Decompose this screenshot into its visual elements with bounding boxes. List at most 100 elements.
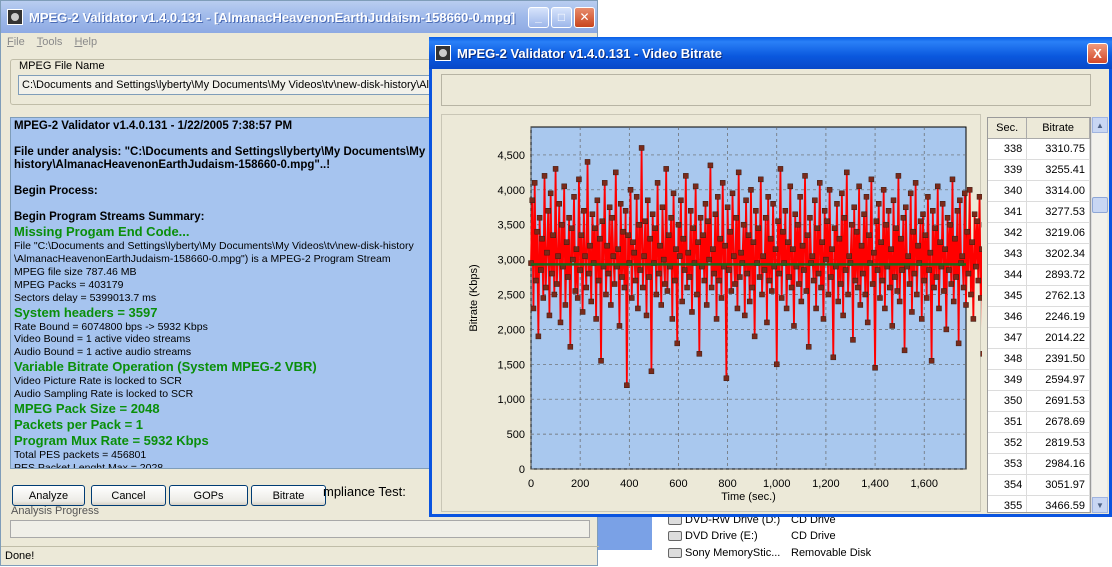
table-row[interactable]: 3462246.19	[988, 307, 1090, 328]
bitrate-point	[666, 233, 671, 238]
bitrate-point	[680, 299, 685, 304]
table-row[interactable]: 3423219.06	[988, 223, 1090, 244]
main-titlebar[interactable]: MPEG-2 Validator v1.4.0.131 - [AlmanacHe…	[1, 1, 597, 33]
status-bar: Done!	[1, 546, 599, 567]
bitrate-point	[769, 289, 774, 294]
bitrate-point	[659, 302, 664, 307]
cell-sec: 340	[988, 181, 1027, 201]
table-row[interactable]: 3482391.50	[988, 349, 1090, 370]
table-row[interactable]: 3403314.00	[988, 181, 1090, 202]
bitrate-point	[752, 334, 757, 339]
bitrate-point	[902, 348, 907, 353]
bitrate-point	[847, 254, 852, 259]
cancel-button[interactable]: Cancel	[91, 485, 166, 506]
menu-help[interactable]: Help	[74, 36, 97, 48]
bitrate-point	[820, 240, 825, 245]
bitrate-point	[586, 271, 591, 276]
minimize-button[interactable]: _	[528, 7, 549, 28]
bitrate-point	[756, 226, 761, 231]
bitrate-point	[707, 257, 712, 262]
bitrate-point	[548, 191, 553, 196]
bitrate-point	[580, 309, 585, 314]
close-button[interactable]: ✕	[574, 7, 595, 28]
table-row[interactable]: 3502691.53	[988, 391, 1090, 412]
bitrate-point	[870, 282, 875, 287]
cell-sec: 342	[988, 223, 1027, 243]
bitrate-point	[965, 229, 970, 234]
bitrate-titlebar[interactable]: MPEG-2 Validator v1.4.0.131 - Video Bitr…	[429, 37, 1112, 69]
maximize-button[interactable]: □	[551, 7, 572, 28]
bitrate-point	[671, 191, 676, 196]
bitrate-point	[748, 187, 753, 192]
bitrate-point	[855, 285, 860, 290]
table-row[interactable]: 3532984.16	[988, 454, 1090, 475]
cell-bitrate: 2391.50	[1027, 349, 1090, 369]
y-tick-label: 3,500	[497, 220, 525, 232]
table-row[interactable]: 3543051.97	[988, 475, 1090, 496]
table-row[interactable]: 3383310.75	[988, 139, 1090, 160]
bitrate-point	[906, 254, 911, 259]
analyze-button[interactable]: Analyze	[12, 485, 85, 506]
bitrate-point	[952, 236, 957, 241]
bitrate-point	[701, 233, 706, 238]
bitrate-point	[677, 254, 682, 259]
bitrate-point	[977, 194, 982, 199]
bitrate-point	[686, 250, 691, 255]
bitrate-point	[645, 198, 650, 203]
bitrate-point	[664, 166, 669, 171]
bitrate-point	[764, 320, 769, 325]
scroll-down-icon[interactable]: ▼	[1092, 497, 1108, 513]
bitrate-point	[791, 323, 796, 328]
y-tick-label: 0	[519, 464, 525, 476]
bitrate-point	[565, 275, 570, 280]
bitrate-point	[930, 208, 935, 213]
scroll-up-icon[interactable]: ▲	[1092, 117, 1108, 133]
bitrate-point	[570, 257, 575, 262]
menu-tools[interactable]: Tools	[37, 36, 63, 48]
column-header-bitrate[interactable]: Bitrate	[1027, 118, 1090, 138]
table-row[interactable]: 3522819.53	[988, 433, 1090, 454]
drive-row-memorystick[interactable]: Sony MemoryStic... Removable Disk	[668, 544, 871, 562]
bitrate-point	[877, 296, 882, 301]
table-row[interactable]: 3433202.34	[988, 244, 1090, 265]
bitrate-point	[940, 201, 945, 206]
bitrate-point	[547, 313, 552, 318]
bitrate-point	[557, 201, 562, 206]
bitrate-point	[951, 299, 956, 304]
close-button[interactable]: X	[1087, 43, 1108, 64]
bitrate-table[interactable]: Sec. Bitrate 3383310.753393255.413403314…	[987, 117, 1091, 513]
bitrate-point	[780, 229, 785, 234]
bitrate-point	[803, 173, 808, 178]
bitrate-point	[913, 180, 918, 185]
table-row[interactable]: 3442893.72	[988, 265, 1090, 286]
table-row[interactable]: 3413277.53	[988, 202, 1090, 223]
table-row[interactable]: 3492594.97	[988, 370, 1090, 391]
menu-file[interactable]: File	[7, 36, 25, 48]
bitrate-point	[683, 173, 688, 178]
bitrate-button[interactable]: Bitrate	[251, 485, 326, 506]
cell-sec: 346	[988, 307, 1027, 327]
bitrate-point	[816, 271, 821, 276]
table-header: Sec. Bitrate	[988, 118, 1090, 139]
bitrate-point	[737, 275, 742, 280]
bitrate-point	[821, 316, 826, 321]
table-row[interactable]: 3472014.22	[988, 328, 1090, 349]
table-row[interactable]: 3553466.59	[988, 496, 1090, 513]
file-name-group-label: MPEG File Name	[17, 60, 107, 72]
table-row[interactable]: 3393255.41	[988, 160, 1090, 181]
bitrate-point	[681, 236, 686, 241]
bitrate-point	[768, 236, 773, 241]
scroll-thumb[interactable]	[1092, 197, 1108, 213]
table-scrollbar[interactable]: ▲ ▼	[1091, 117, 1107, 513]
cell-bitrate: 3314.00	[1027, 181, 1090, 201]
column-header-sec[interactable]: Sec.	[988, 118, 1027, 138]
bitrate-point	[822, 208, 827, 213]
table-row[interactable]: 3512678.69	[988, 412, 1090, 433]
table-row[interactable]: 3452762.13	[988, 286, 1090, 307]
cell-bitrate: 3466.59	[1027, 496, 1090, 513]
bitrate-point	[698, 215, 703, 220]
gops-button[interactable]: GOPs	[169, 485, 248, 506]
y-axis-label: Bitrate (Kbps)	[468, 264, 480, 331]
drive-row-dvd[interactable]: DVD Drive (E:) CD Drive	[668, 527, 836, 545]
bitrate-point	[554, 282, 559, 287]
